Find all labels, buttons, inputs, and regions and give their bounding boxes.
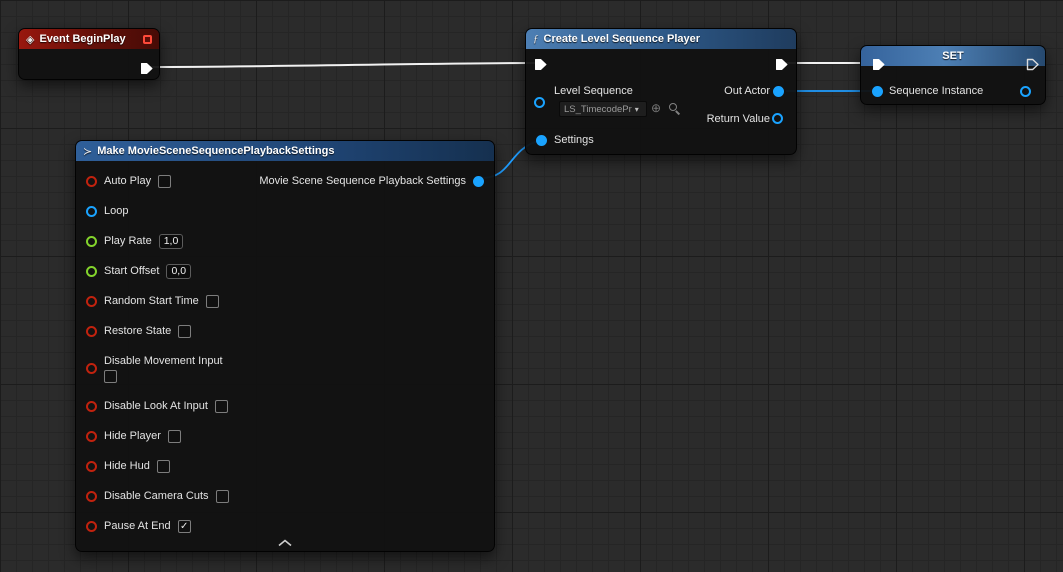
bool-pin[interactable] (86, 461, 97, 472)
hide-hud-checkbox[interactable] (157, 460, 170, 473)
node-title: Event BeginPlay (39, 33, 125, 45)
bool-pin[interactable] (86, 176, 97, 187)
restore-state-checkbox[interactable] (178, 325, 191, 338)
play-rate-field[interactable]: 1,0 (159, 234, 184, 249)
float-pin[interactable] (86, 266, 97, 277)
event-icon: ◈ (26, 33, 34, 46)
pin-row-pause-at-end: Pause At End ✓ (86, 511, 484, 541)
pin-label: Disable Movement Input (104, 355, 223, 367)
settings-pin[interactable] (536, 135, 547, 146)
exec-wire-beginplay-to-create (149, 63, 536, 67)
pin-label: Play Rate (104, 235, 152, 247)
node-header[interactable]: ◈ Event BeginPlay (19, 29, 159, 49)
node-create-level-sequence-player[interactable]: ƒ Create Level Sequence Player Level Seq… (525, 28, 797, 155)
pin-row-restore-state: Restore State (86, 316, 484, 346)
node-title: Make MovieSceneSequencePlaybackSettings (97, 145, 334, 157)
asset-dropdown[interactable]: LS_TimecodePr ▾ (559, 101, 647, 117)
level-sequence-pin[interactable] (534, 97, 545, 108)
node-set-variable[interactable]: SET Sequence Instance (860, 45, 1046, 105)
bool-pin[interactable] (86, 326, 97, 337)
asset-dropdown-value: LS_TimecodePr (564, 104, 632, 115)
output-label: Movie Scene Sequence Playback Settings (259, 175, 466, 187)
make-struct-icon: ≻ (83, 145, 92, 158)
search-handle (675, 110, 680, 115)
return-value-label: Return Value (707, 113, 770, 125)
node-title: SET (942, 50, 963, 62)
bool-pin[interactable] (86, 431, 97, 442)
node-title: Create Level Sequence Player (544, 33, 701, 45)
pin-row-disable-camera-cuts: Disable Camera Cuts (86, 481, 484, 511)
node-header[interactable]: ≻ Make MovieSceneSequencePlaybackSetting… (76, 141, 494, 161)
start-offset-field[interactable]: 0,0 (166, 264, 191, 279)
pin-row-random-start-time: Random Start Time (86, 286, 484, 316)
bool-pin[interactable] (86, 491, 97, 502)
settings-label: Settings (554, 134, 594, 146)
pin-label: Hide Player (104, 430, 161, 442)
asset-search-icon[interactable] (668, 102, 682, 116)
blueprint-canvas[interactable]: ◈ Event BeginPlay ƒ Create Level Sequenc… (0, 0, 1063, 572)
sequence-instance-label: Sequence Instance (889, 85, 983, 97)
pin-label: Disable Look At Input (104, 400, 208, 412)
chevron-down-icon: ▾ (635, 105, 639, 114)
pin-label: Start Offset (104, 265, 159, 277)
out-actor-label: Out Actor (724, 85, 770, 97)
bool-pin[interactable] (86, 296, 97, 307)
bool-pin[interactable] (86, 521, 97, 532)
pin-row-disable-look-at-input: Disable Look At Input (86, 391, 484, 421)
pin-label: Auto Play (104, 175, 151, 187)
pin-label: Disable Camera Cuts (104, 490, 209, 502)
pin-row-play-rate: Play Rate 1,0 (86, 226, 484, 256)
pin-row-hide-hud: Hide Hud (86, 451, 484, 481)
pin-row-auto-play: Auto Play Movie Scene Sequence Playback … (86, 166, 484, 196)
settings-output-pin[interactable] (473, 176, 484, 187)
pause-at-end-checkbox[interactable]: ✓ (178, 520, 191, 533)
exec-out-pin[interactable] (139, 61, 154, 76)
exec-in-pin[interactable] (871, 57, 886, 72)
struct-pin[interactable] (86, 206, 97, 217)
collapse-chevron-icon[interactable] (278, 539, 292, 547)
pin-label: Loop (104, 205, 128, 217)
label-checkbox-column: Disable Movement Input (104, 355, 223, 383)
node-body: Auto Play Movie Scene Sequence Playback … (76, 161, 494, 541)
pin-label: Hide Hud (104, 460, 150, 472)
level-sequence-label: Level Sequence (554, 85, 633, 97)
node-event-beginplay[interactable]: ◈ Event BeginPlay (18, 28, 160, 80)
bool-pin[interactable] (86, 363, 97, 374)
return-value-pin[interactable] (772, 113, 783, 124)
pin-row-disable-movement-input: Disable Movement Input (86, 346, 484, 391)
auto-play-checkbox[interactable] (158, 175, 171, 188)
set-output-pin[interactable] (1020, 86, 1031, 97)
bool-pin[interactable] (86, 401, 97, 412)
out-actor-pin[interactable] (773, 86, 784, 97)
disable-camera-cuts-checkbox[interactable] (216, 490, 229, 503)
disable-movement-input-checkbox[interactable] (104, 370, 117, 383)
exec-in-pin[interactable] (533, 57, 548, 72)
exec-out-pin[interactable] (774, 57, 789, 72)
random-start-time-checkbox[interactable] (206, 295, 219, 308)
asset-add-icon[interactable]: ⊕ (651, 102, 661, 114)
pin-row-loop: Loop (86, 196, 484, 226)
node-header[interactable]: ƒ Create Level Sequence Player (526, 29, 796, 49)
sequence-instance-pin[interactable] (872, 86, 883, 97)
node-make-playback-settings[interactable]: ≻ Make MovieSceneSequencePlaybackSetting… (75, 140, 495, 552)
pin-row-start-offset: Start Offset 0,0 (86, 256, 484, 286)
hide-player-checkbox[interactable] (168, 430, 181, 443)
float-pin[interactable] (86, 236, 97, 247)
pin-row-hide-player: Hide Player (86, 421, 484, 451)
event-flag-icon (143, 35, 152, 44)
pin-label: Random Start Time (104, 295, 199, 307)
exec-out-pin[interactable] (1025, 57, 1040, 72)
pin-label: Restore State (104, 325, 171, 337)
disable-look-at-input-checkbox[interactable] (215, 400, 228, 413)
function-icon: ƒ (533, 33, 539, 45)
node-header[interactable]: SET (861, 46, 1045, 66)
pin-label: Pause At End (104, 520, 171, 532)
